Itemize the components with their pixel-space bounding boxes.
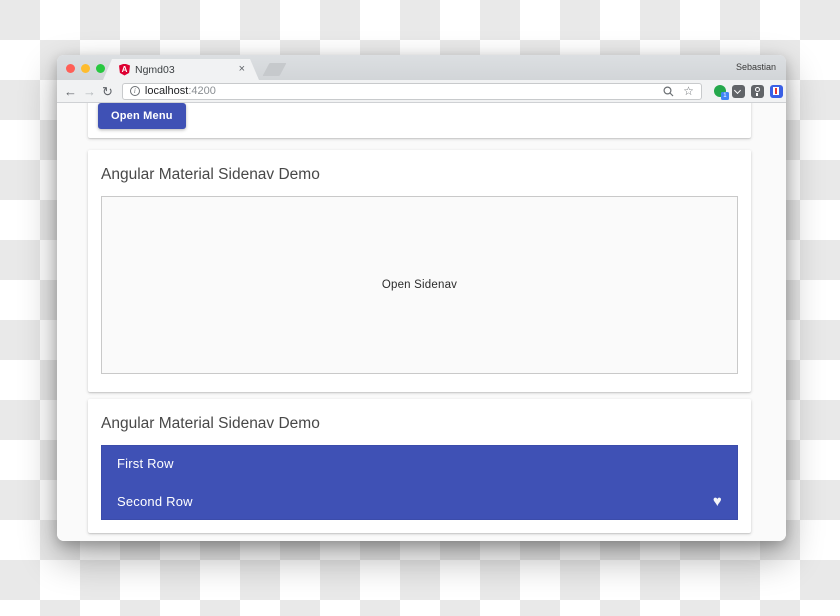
toolbar-row-label: First Row [117,456,174,471]
omnibox-right-icons: ☆ [663,85,694,97]
lightbulb-extension-icon[interactable] [751,85,764,98]
toolbar-row-label: Second Row [117,494,193,509]
card-heading: Angular Material Sidenav Demo [101,166,738,184]
close-window-button[interactable] [66,64,75,73]
new-tab-button[interactable] [263,63,287,76]
tab-close-icon[interactable]: × [239,64,245,75]
angular-icon: A [119,64,130,76]
url-text[interactable]: localhost:4200 [145,85,216,97]
desktop-transparent-background: { "colors": { "primary": "#3f51b5", "che… [0,0,840,616]
traffic-lights [66,64,105,73]
sidenav-content-box: Open Sidenav [101,196,738,374]
site-info-icon[interactable]: i [130,86,140,96]
url-host: localhost [145,85,188,97]
tab-title: Ngmd03 [135,64,234,76]
green-extension-icon[interactable]: 1 [714,85,726,97]
extension-icons: 1 ⋮ [714,84,786,98]
toolbar-row-first: First Row [101,445,738,483]
sidenav-demo-card: Angular Material Sidenav Demo Open Siden… [88,150,751,392]
profile-name: Sebastian [736,62,776,72]
card-heading: Angular Material Sidenav Demo [101,415,738,433]
url-port: :4200 [188,85,216,97]
minimize-window-button[interactable] [81,64,90,73]
pocket-extension-icon[interactable] [732,85,745,98]
thermometer-extension-icon[interactable] [770,85,783,98]
open-sidenav-button[interactable]: Open Sidenav [382,279,457,291]
address-bar[interactable]: i localhost:4200 ☆ [122,83,702,100]
top-strip-card: Open Menu [88,103,751,138]
chevron-down-icon [734,86,741,93]
zoom-window-button[interactable] [96,64,105,73]
open-menu-button[interactable]: Open Menu [98,103,186,129]
extension-badge: 1 [721,92,729,100]
bulb-icon [755,87,760,92]
zoom-icon[interactable] [663,86,674,97]
browser-window: A Ngmd03 × Sebastian ← → ↻ i localhost:4… [57,55,786,541]
page-viewport: Open Menu Angular Material Sidenav Demo … [57,103,786,541]
browser-tab[interactable]: A Ngmd03 × [103,59,259,80]
reload-button[interactable]: ↻ [102,85,113,98]
tab-strip: A Ngmd03 × Sebastian [57,55,786,80]
forward-button[interactable]: → [83,85,96,98]
back-button[interactable]: ← [64,85,77,98]
toolbar-demo-card: Angular Material Sidenav Demo First Row … [88,399,751,533]
bookmark-star-icon[interactable]: ☆ [683,85,694,97]
heart-icon[interactable]: ♥ [713,494,722,509]
material-toolbar: First Row Second Row ♥ [101,445,738,520]
toolbar-row-second: Second Row ♥ [101,483,738,521]
browser-toolbar: ← → ↻ i localhost:4200 ☆ 1 ⋮ [57,80,786,103]
